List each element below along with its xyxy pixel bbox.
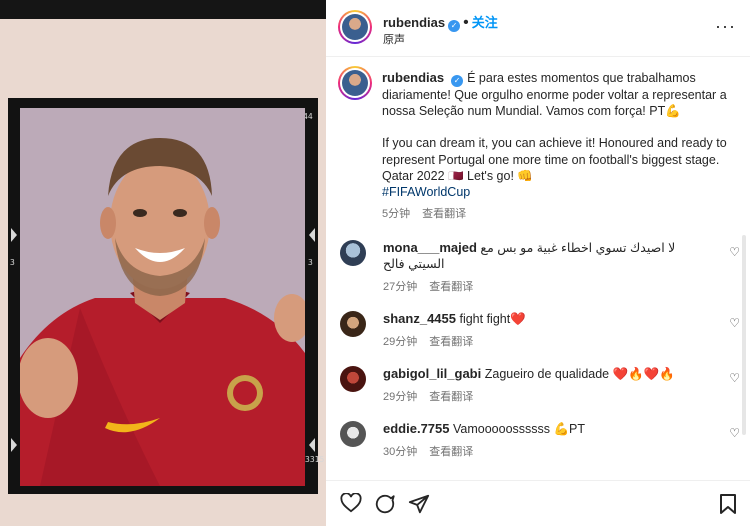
frame-triangle-left-bottom-icon (11, 438, 17, 452)
comment-item: eddie.7755 Vamooooossssss 💪PT 30分钟 查看翻译 ♡ (340, 421, 740, 461)
comment-text: fight fight❤️ (459, 312, 526, 326)
comment-avatar[interactable] (340, 311, 366, 337)
caption-translate-link[interactable]: 查看翻译 (422, 208, 466, 220)
comment-username[interactable]: shanz_4455 (383, 311, 456, 326)
player-portrait-illustration (20, 108, 305, 486)
frame-mark-bottom: 3315 (305, 455, 325, 464)
comment-item: shanz_4455 fight fight❤️ 29分钟 查看翻译 ♡ (340, 311, 740, 351)
caption-english: If you can dream it, you can achieve it!… (382, 136, 727, 183)
heart-icon[interactable] (340, 493, 362, 513)
bookmark-icon[interactable] (719, 493, 737, 515)
comment-username[interactable]: gabigol_lil_gabi (383, 366, 481, 381)
comment-meta: 29分钟 查看翻译 (383, 388, 473, 404)
comment-meta: 30分钟 查看翻译 (383, 443, 473, 459)
comment-translate[interactable]: 查看翻译 (429, 391, 473, 403)
action-bar (326, 480, 750, 526)
post-detail-panel: rubendias ✓ • 关注 原声 ··· rubendias ✓ É para es… (326, 0, 750, 526)
post-media[interactable]: 44 3 3 3315 (0, 0, 326, 526)
caption-author-avatar[interactable] (338, 66, 372, 100)
comment-avatar[interactable] (340, 240, 366, 266)
author-avatar[interactable] (338, 10, 372, 44)
comment-translate[interactable]: 查看翻译 (429, 281, 473, 293)
comment-like-heart-icon[interactable]: ♡ (729, 316, 740, 330)
frame-mark-left: 3 (10, 258, 15, 267)
comment-username[interactable]: mona___majed (383, 240, 477, 255)
comment-time[interactable]: 27分钟 (383, 281, 417, 293)
comment-text: Zagueiro de qualidade ❤️🔥❤️🔥 (484, 367, 675, 381)
player-photo (20, 108, 305, 486)
comment-like-heart-icon[interactable]: ♡ (729, 245, 740, 259)
comment-time[interactable]: 29分钟 (383, 336, 417, 348)
caption-verified-icon: ✓ (451, 75, 464, 87)
verified-badge-icon: ✓ (448, 20, 461, 32)
comment-meta: 27分钟 查看翻译 (383, 278, 473, 294)
caption-meta: 5分钟 查看翻译 (382, 206, 738, 222)
comment-avatar[interactable] (340, 366, 366, 392)
comment-like-heart-icon[interactable]: ♡ (729, 371, 740, 385)
frame-triangle-left-icon (11, 228, 17, 242)
follow-button[interactable]: 关注 (472, 15, 498, 30)
frame-triangle-right-bottom-icon (309, 438, 315, 452)
comment-meta: 29分钟 查看翻译 (383, 333, 473, 349)
more-options-icon[interactable]: ··· (715, 16, 736, 37)
comment-body: gabigol_lil_gabi Zagueiro de qualidade ❤… (383, 366, 713, 382)
author-username[interactable]: rubendias (383, 15, 445, 30)
caption-time[interactable]: 5分钟 (382, 208, 410, 220)
comment-username[interactable]: eddie.7755 (383, 421, 450, 436)
frame-mark-right: 3 (308, 258, 313, 267)
comment-item: mona___majed لا اصيدك تسوي اخطاء غبية مو… (340, 240, 740, 295)
media-top-strip (0, 0, 326, 19)
comment-avatar[interactable] (340, 421, 366, 447)
comment-icon[interactable] (374, 493, 396, 515)
share-icon[interactable] (408, 493, 430, 515)
caption-author-username[interactable]: rubendias (382, 70, 444, 85)
comments-scrollbar[interactable] (742, 235, 746, 435)
frame-triangle-right-icon (309, 228, 315, 242)
comment-body: mona___majed لا اصيدك تسوي اخطاء غبية مو… (383, 240, 713, 272)
comment-text: Vamooooossssss 💪PT (452, 422, 586, 436)
comment-translate[interactable]: 查看翻译 (429, 336, 473, 348)
comment-body: eddie.7755 Vamooooossssss 💪PT (383, 421, 713, 437)
hashtag-link[interactable]: #FIFAWorldCup (382, 184, 738, 200)
comment-like-heart-icon[interactable]: ♡ (729, 426, 740, 440)
comment-item: gabigol_lil_gabi Zagueiro de qualidade ❤… (340, 366, 740, 406)
post-caption: rubendias ✓ É para estes momentos que trab… (382, 70, 738, 222)
audio-label[interactable]: 原声 (383, 31, 405, 47)
comment-time[interactable]: 30分钟 (383, 446, 417, 458)
separator-dot: • (463, 14, 469, 31)
comment-time[interactable]: 29分钟 (383, 391, 417, 403)
comment-body: shanz_4455 fight fight❤️ (383, 311, 713, 327)
comment-translate[interactable]: 查看翻译 (429, 446, 473, 458)
post-header: rubendias ✓ • 关注 原声 ··· (326, 0, 750, 57)
